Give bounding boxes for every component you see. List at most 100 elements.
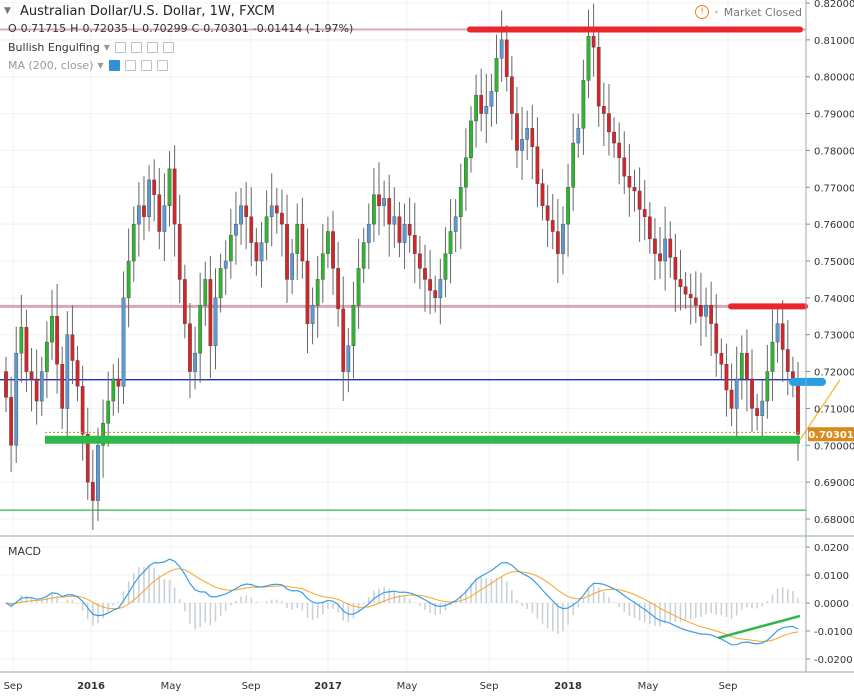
candle-body <box>372 194 376 225</box>
candle-body <box>193 352 197 372</box>
candle-body <box>402 223 407 243</box>
time-label: May <box>397 681 418 692</box>
price-chart[interactable]: 0.70301 0.82000 0.81000 0.80000 0.79000 0.78… <box>0 0 854 697</box>
candle-body <box>775 323 780 343</box>
candle-body <box>724 364 729 391</box>
indicator-ma[interactable]: MA (200, close) ▼ <box>8 59 168 72</box>
price-tick-label: 0.80000 <box>814 73 854 84</box>
candle-body <box>142 205 146 217</box>
chevron-down-icon[interactable]: ▼ <box>97 61 103 70</box>
candle-body <box>239 205 243 225</box>
collapse-legend-icon[interactable]: ▼ <box>4 6 11 16</box>
source-icon[interactable] <box>140 60 152 71</box>
market-status[interactable]: ! • Market Closed <box>695 5 802 19</box>
close-label: C <box>191 22 200 35</box>
candle-body <box>259 242 264 262</box>
candle-body <box>596 47 601 107</box>
chevron-down-icon[interactable]: ▼ <box>104 43 110 52</box>
candle-body <box>561 223 565 254</box>
candle-body <box>555 231 560 254</box>
candle-body <box>121 297 126 387</box>
candle-body <box>428 279 432 291</box>
eye-icon[interactable] <box>108 60 120 71</box>
candle-body <box>70 334 75 361</box>
candle-body <box>780 323 785 350</box>
candle-body <box>96 445 100 501</box>
candle-body <box>586 35 591 81</box>
candle-body <box>285 223 289 280</box>
candle-body <box>755 408 759 416</box>
source-icon[interactable] <box>146 42 158 53</box>
candle-body <box>622 157 627 177</box>
open-label: O <box>8 22 17 35</box>
settings-icon[interactable] <box>130 42 142 53</box>
candle-body <box>341 308 346 372</box>
symbol-title: Australian Dollar/U.S. Dollar, 1W, FXCM <box>20 4 275 19</box>
price-tick-label: 0.69000 <box>814 478 854 489</box>
candle-body <box>617 142 622 159</box>
candle-body <box>162 205 167 232</box>
price-tick-label: 0.75000 <box>814 257 854 268</box>
eye-icon[interactable] <box>114 42 126 53</box>
price-tick-label: 0.70000 <box>814 441 854 452</box>
candle-body <box>714 323 719 354</box>
candle-body <box>223 260 228 269</box>
open-value: 0.71715 <box>20 22 67 35</box>
candle-body <box>765 371 770 402</box>
candle-body <box>745 352 749 380</box>
separator: • <box>713 5 720 19</box>
candle-body <box>274 205 279 214</box>
candle-body <box>152 179 157 195</box>
indicator-name: Bullish Engulfing <box>8 41 100 54</box>
candle-body <box>310 305 315 324</box>
candle-body <box>55 316 59 365</box>
candle-body <box>280 212 284 225</box>
candle-body <box>377 194 381 206</box>
price-tick-label: 0.81000 <box>814 36 854 47</box>
candle-body <box>607 113 611 133</box>
high-value: 0.72035 <box>82 22 128 35</box>
settings-icon[interactable] <box>124 60 136 71</box>
candle-body <box>331 231 335 269</box>
close-icon[interactable] <box>156 60 168 71</box>
candle-body <box>601 105 606 114</box>
price-tick-label: 0.82000 <box>814 0 854 10</box>
price-tick-label: 0.76000 <box>814 220 854 231</box>
close-icon[interactable] <box>162 42 174 53</box>
symbol-legend: Australian Dollar/U.S. Dollar, 1W, FXCM <box>20 4 275 19</box>
macd-label: MACD <box>8 545 41 558</box>
candle-body <box>683 286 688 295</box>
candle-body <box>50 316 54 343</box>
market-status-text: Market Closed <box>723 5 802 19</box>
candle-body <box>489 91 494 107</box>
candle-body <box>366 223 371 243</box>
time-label: Sep <box>242 681 261 692</box>
candle-body <box>34 378 39 402</box>
candle-body <box>80 386 85 435</box>
candle-body <box>750 378 754 409</box>
candle-body <box>494 58 499 92</box>
candle-body <box>203 279 208 306</box>
candle-body <box>658 253 662 262</box>
last-price-text: 0.70301 <box>808 430 854 441</box>
candle-body <box>14 352 19 446</box>
candle-body <box>361 242 366 269</box>
candle-body <box>45 341 49 372</box>
candle-body <box>234 223 238 236</box>
close-value: 0.70301 <box>203 22 249 35</box>
candle-body <box>719 352 724 365</box>
candle-body <box>106 400 111 424</box>
high-label: H <box>70 22 79 35</box>
ohlc-legend: O 0.71715 H 0.72035 L 0.70299 C 0.70301 -0.0… <box>8 22 353 35</box>
candle-body <box>39 371 44 402</box>
candle-body <box>581 80 586 129</box>
time-label: Sep <box>719 681 738 692</box>
indicator-bullish-engulfing[interactable]: Bullish Engulfing ▼ <box>8 41 174 54</box>
candle-body <box>734 378 739 409</box>
candle-body <box>290 253 295 280</box>
candle-body <box>530 128 535 147</box>
candle-body <box>653 238 657 254</box>
candle-body <box>346 345 351 372</box>
time-label: May <box>161 681 182 692</box>
candle-body <box>249 216 254 243</box>
